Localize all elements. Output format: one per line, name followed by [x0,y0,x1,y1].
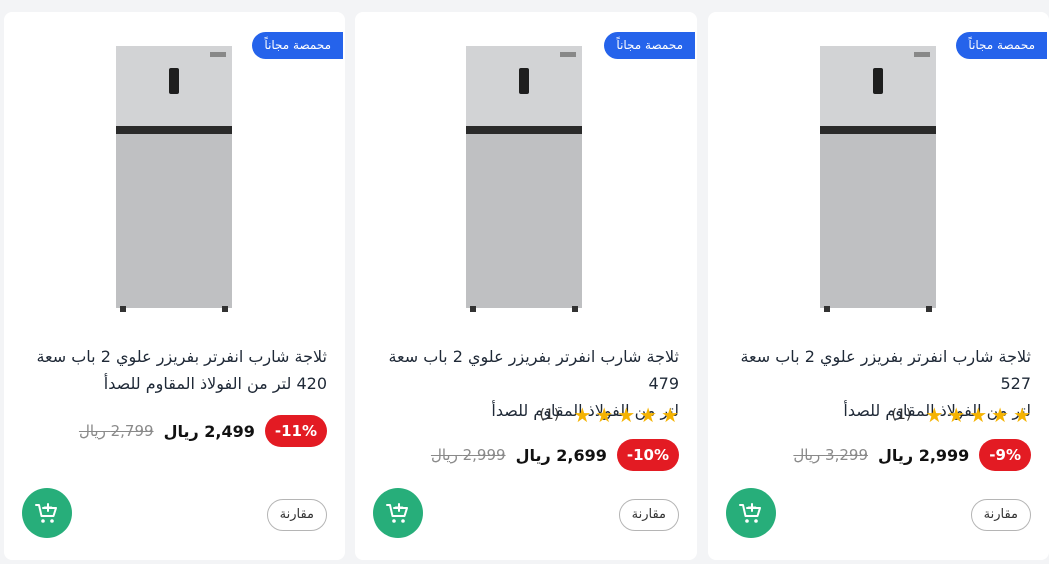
star-icon: ★ [573,403,592,427]
fridge-image[interactable] [114,46,234,312]
discount-badge: -9% [979,439,1031,471]
price-row: -10% 2,699 ريال 2,999 ريال [431,439,679,471]
star-icon: ★ [661,403,679,427]
product-card[interactable]: محمصة مجاناً ثلاجة شارب انفرتر بفريزر عل… [4,12,345,560]
fridge-image[interactable] [464,46,584,312]
star-icon: ★ [991,403,1010,427]
free-gift-badge: محمصة مجاناً [252,32,343,59]
current-price: 2,699 ريال [515,445,607,465]
compare-button[interactable]: مقارنة [970,499,1031,531]
star-icon: ★ [617,403,636,427]
star-icon: ★ [639,403,658,427]
discount-badge: -11% [264,415,327,447]
star-icon: ★ [595,403,614,427]
add-to-cart-icon [739,503,761,523]
old-price: 3,299 ريال [793,446,868,464]
current-price: 2,999 ريال [878,445,970,465]
add-to-cart-button[interactable] [726,488,776,538]
rating-count: (1) [891,407,912,423]
price-row: -9% 2,999 ريال 3,299 ريال [793,439,1031,471]
free-gift-badge: محمصة مجاناً [956,32,1047,59]
star-icon: ★ [1013,403,1031,427]
product-title[interactable]: ثلاجة شارب انفرتر بفريزر علوي 2 باب سعة … [22,343,327,397]
discount-badge: -10% [616,439,679,471]
product-card[interactable]: محمصة مجاناً ثلاجة شارب انفرتر بفريزر عل… [355,12,697,560]
fridge-image[interactable] [818,46,938,312]
star-icon: ★ [925,403,944,427]
star-icon: ★ [969,403,988,427]
free-gift-badge: محمصة مجاناً [604,32,695,59]
star-icon: ★ [947,403,966,427]
add-to-cart-button[interactable] [373,488,423,538]
current-price: 2,499 ريال [163,421,255,441]
rating-count: (1) [539,407,560,423]
price-row: -11% 2,499 ريال 2,799 ريال [79,415,327,447]
add-to-cart-icon [386,503,408,523]
product-card[interactable]: محمصة مجاناً ثلاجة شارب انفرتر بفريزر عل… [708,12,1049,560]
rating: ★ ★ ★ ★ ★ (1) [891,405,1031,425]
add-to-cart-button[interactable] [22,488,72,538]
compare-button[interactable]: مقارنة [618,499,679,531]
old-price: 2,999 ريال [430,446,506,464]
old-price: 2,799 ريال [78,422,154,440]
rating: ★ ★ ★ ★ ★ (1) [539,405,679,425]
add-to-cart-icon [35,503,57,523]
compare-button[interactable]: مقارنة [266,499,327,531]
